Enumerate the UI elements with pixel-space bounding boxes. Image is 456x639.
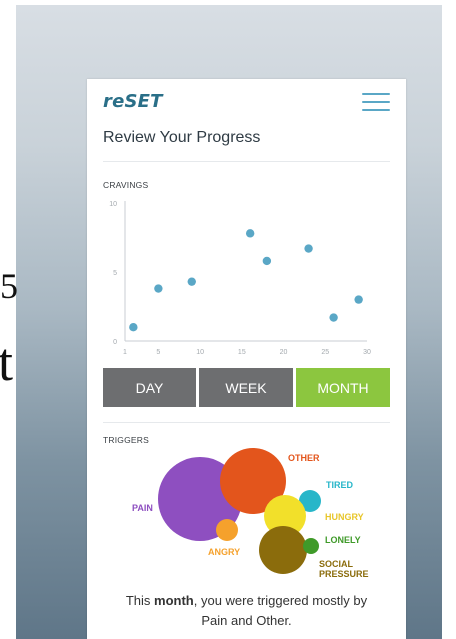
data-point[interactable] <box>129 323 138 332</box>
tab-month[interactable]: MONTH <box>296 368 390 407</box>
page-title: Review Your Progress <box>103 129 261 146</box>
label-hungry: HUNGRY <box>325 512 364 522</box>
label-angry: ANGRY <box>208 547 240 557</box>
label-tired: TIRED <box>326 480 354 490</box>
background-char-t: t <box>0 332 14 392</box>
data-point[interactable] <box>187 277 196 286</box>
app-logo: reSET <box>103 91 163 112</box>
y-tick-label: 0 <box>113 339 117 346</box>
data-point[interactable] <box>304 244 313 253</box>
section-divider <box>103 422 390 423</box>
x-tick-label: 10 <box>196 349 204 356</box>
summary-middle: , you were triggered mostly by <box>193 593 368 608</box>
label-pain: PAIN <box>132 503 153 513</box>
menu-line <box>362 93 390 95</box>
label-other: OTHER <box>288 453 320 463</box>
bubble-lonely[interactable] <box>303 538 319 554</box>
x-tick-label: 30 <box>363 349 371 356</box>
menu-line <box>362 109 390 111</box>
y-tick-label: 10 <box>109 201 117 208</box>
label-social-pressure: SOCIAL PRESSURE <box>319 559 369 579</box>
y-tick-label: 5 <box>113 270 117 277</box>
triggers-bubble-chart: PAIN OTHER TIRED HUNGRY ANGRY LONELY SOC… <box>132 448 369 579</box>
x-tick-label: 25 <box>321 349 329 356</box>
phone-screen: reSET Review Your Progress CRAVINGS 0 5 10… <box>87 79 406 639</box>
data-point[interactable] <box>262 256 272 266</box>
menu-line <box>362 101 390 103</box>
x-tick-label: 5 <box>156 349 160 356</box>
trigger-summary: This month, you were triggered mostly by… <box>87 591 406 631</box>
hamburger-menu-icon[interactable] <box>362 93 390 111</box>
data-point[interactable] <box>245 229 255 238</box>
label-lonely: LONELY <box>325 535 361 545</box>
bubble-social-pressure[interactable] <box>259 526 307 574</box>
tab-week[interactable]: WEEK <box>199 368 293 407</box>
background-char-5: 5 <box>0 266 18 306</box>
summary-line-1: This month, you were triggered mostly by <box>87 591 406 611</box>
summary-prefix: This <box>125 593 155 608</box>
x-tick-label: 20 <box>280 349 288 356</box>
x-tick-label: 15 <box>238 349 246 356</box>
summary-period: month <box>154 593 194 608</box>
cravings-chart: 05101 5 10 15 20 25 30 <box>109 201 371 356</box>
summary-line-2: Pain and Other. <box>201 613 292 628</box>
x-tick-label: 1 <box>123 349 127 356</box>
cravings-label: CRAVINGS <box>103 180 149 190</box>
bubble-angry[interactable] <box>216 519 238 541</box>
data-point[interactable] <box>154 284 163 293</box>
data-point[interactable] <box>329 313 338 322</box>
data-point[interactable] <box>354 295 363 304</box>
tab-day[interactable]: DAY <box>103 368 196 407</box>
header-divider <box>103 161 390 162</box>
